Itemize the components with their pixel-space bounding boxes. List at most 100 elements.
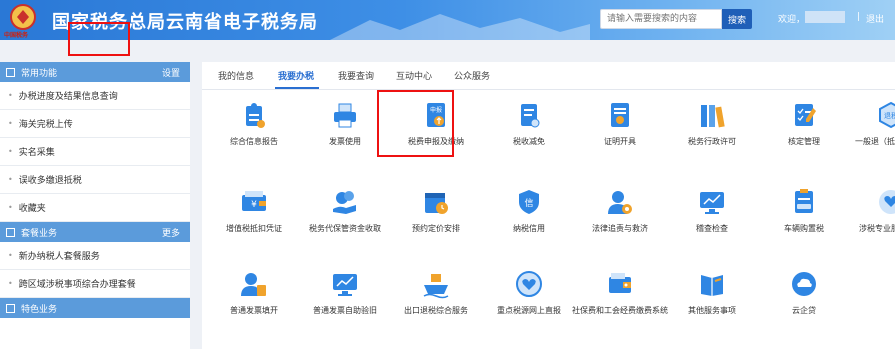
monitor-chart-icon [700, 192, 724, 214]
service-item[interactable]: 法律追责与救济 [572, 187, 668, 234]
service-item[interactable]: 重点税源网上直报 [481, 269, 577, 316]
tab-my-info[interactable]: 我的信息 [218, 69, 254, 82]
sidebar: 常用功能 设置 • 办税进度及结果信息查询 • 海关完税上传 • 实名采集 • 误收多缴… [0, 62, 190, 349]
bullet-icon: • [8, 147, 13, 156]
service-item[interactable]: 社保费和工会经费缴费系统 [572, 269, 668, 316]
service-item[interactable]: 云企贷 [756, 269, 852, 316]
service-item[interactable]: 证明开具 [572, 100, 668, 147]
bullet-icon: • [8, 175, 13, 184]
calendar-clock-icon [425, 193, 448, 214]
service-label: 核定管理 [788, 137, 820, 146]
sidebar-item-label: 办税进度及结果信息查询 [18, 92, 118, 102]
sidebar-item-label: 跨区域涉税事项综合办理套餐 [18, 280, 136, 290]
certificate-icon [611, 103, 629, 127]
header-separator: | [857, 12, 861, 22]
sidebar-item[interactable]: • 实名采集 [0, 138, 190, 166]
service-item[interactable]: 预约定价安排 [388, 187, 484, 234]
main-panel: 我的信息 我要办税 我要查询 互动中心 公众服务 综合信息报告 发票使用 申报 税费申… [202, 62, 895, 349]
more-link[interactable]: 更多 [162, 226, 180, 239]
sidebar-item[interactable]: • 收藏夹 [0, 194, 190, 222]
service-label: 稽查检查 [696, 224, 728, 233]
sidebar-section-special[interactable]: 特色业务 [0, 298, 190, 318]
service-label: 其他服务事项 [688, 306, 736, 315]
mountain-decoration [330, 14, 590, 40]
section-title: 特色业务 [21, 304, 58, 315]
credit-shield-icon: 信 [519, 190, 539, 214]
section-icon [6, 227, 15, 237]
service-item[interactable]: 普通发票填开 [206, 269, 302, 316]
sidebar-item[interactable]: • 新办纳税人套餐服务 [0, 242, 190, 270]
sidebar-item-label: 误收多缴退抵税 [18, 176, 82, 186]
sidebar-item-label: 新办纳税人套餐服务 [18, 252, 100, 262]
emblem-caption: 中国税务 [4, 32, 29, 39]
wallet-icon [609, 273, 631, 293]
bullet-icon: • [8, 203, 13, 212]
highlight-box-tab [68, 22, 130, 56]
bullet-icon: • [8, 279, 13, 288]
service-label: 税收减免 [513, 137, 545, 146]
sidebar-item-label: 海关完税上传 [18, 120, 73, 130]
logout-link[interactable]: 退出 [866, 12, 884, 25]
vat-voucher-icon: ¥ [242, 191, 266, 211]
service-item[interactable]: 信纳税信用 [481, 187, 577, 234]
section-icon [6, 303, 15, 313]
service-item[interactable]: 综合信息报告 [206, 100, 302, 147]
service-label: 一般退（抵）税管理 [855, 137, 895, 146]
service-item[interactable]: 核定管理 [756, 100, 852, 147]
user-gear-icon [608, 191, 632, 214]
service-item[interactable]: 其他服务事项 [664, 269, 760, 316]
svg-text:¥: ¥ [251, 200, 257, 210]
service-label: 预约定价安排 [412, 224, 460, 233]
heart-circle-icon [516, 271, 542, 297]
site-header: 中国税务 国家税务总局云南省电子税务局 搜索 欢迎， | 退出 [0, 0, 895, 40]
service-item[interactable]: 车辆购置税 [756, 187, 852, 234]
service-label: 增值税抵扣凭证 [226, 224, 282, 233]
service-label: 涉税专业服务机构 [859, 224, 895, 233]
active-tab-indicator [275, 87, 319, 89]
monitor-chart-icon [333, 274, 357, 296]
section-title: 套餐业务 [21, 228, 58, 239]
search-input[interactable] [600, 9, 722, 29]
sidebar-section-common[interactable]: 常用功能 设置 [0, 62, 190, 82]
sidebar-item[interactable]: • 海关完税上传 [0, 110, 190, 138]
service-item[interactable]: 税务代保管资金收取 [297, 187, 393, 234]
service-item[interactable]: 税收减免 [481, 100, 577, 147]
service-label: 纳税信用 [513, 224, 545, 233]
service-item[interactable]: 涉税专业服务机构 [843, 187, 895, 234]
settings-link[interactable]: 设置 [162, 66, 180, 79]
user-invoice-icon [241, 273, 266, 296]
tab-handle-tax[interactable]: 我要办税 [278, 69, 314, 82]
svg-text:信: 信 [524, 197, 533, 209]
section-title: 常用功能 [21, 68, 58, 79]
svg-text:退税: 退税 [884, 111, 895, 120]
service-item[interactable]: 税务行政许可 [664, 100, 760, 147]
tax-relief-icon [521, 104, 540, 128]
service-label: 出口退税综合服务 [404, 306, 468, 315]
service-label: 云企贷 [792, 306, 816, 315]
tab-interaction[interactable]: 互动中心 [396, 69, 432, 82]
sidebar-item[interactable]: • 办税进度及结果信息查询 [0, 82, 190, 110]
sidebar-item-label: 实名采集 [18, 148, 55, 158]
service-label: 税务行政许可 [688, 137, 736, 146]
tab-bar: 我的信息 我要办税 我要查询 互动中心 公众服务 [202, 62, 895, 90]
service-item[interactable]: 出口退税综合服务 [388, 269, 484, 316]
tab-query[interactable]: 我要查询 [338, 69, 374, 82]
book-icon [701, 275, 723, 296]
sidebar-item[interactable]: • 误收多缴退抵税 [0, 166, 190, 194]
service-item[interactable]: 稽查检查 [664, 187, 760, 234]
tab-public-service[interactable]: 公众服务 [454, 69, 490, 82]
welcome-text: 欢迎， [778, 15, 806, 25]
service-label: 法律追责与救济 [592, 224, 648, 233]
service-label: 普通发票填开 [230, 306, 278, 315]
sidebar-section-packages[interactable]: 套餐业务 更多 [0, 222, 190, 242]
search-button[interactable]: 搜索 [722, 9, 752, 29]
service-label: 社保费和工会经费缴费系统 [572, 306, 668, 315]
highlight-box-service [377, 90, 454, 157]
checklist-icon [795, 104, 816, 126]
service-item[interactable]: ¥ 增值税抵扣凭证 [206, 187, 302, 234]
bullet-icon: • [8, 251, 13, 260]
service-item[interactable]: 退税一般退（抵）税管理 [843, 100, 895, 147]
service-item[interactable]: 普通发票自助验旧 [297, 269, 393, 316]
sidebar-item[interactable]: • 跨区域涉税事项综合办理套餐 [0, 270, 190, 298]
heart-hand-icon [879, 190, 895, 214]
